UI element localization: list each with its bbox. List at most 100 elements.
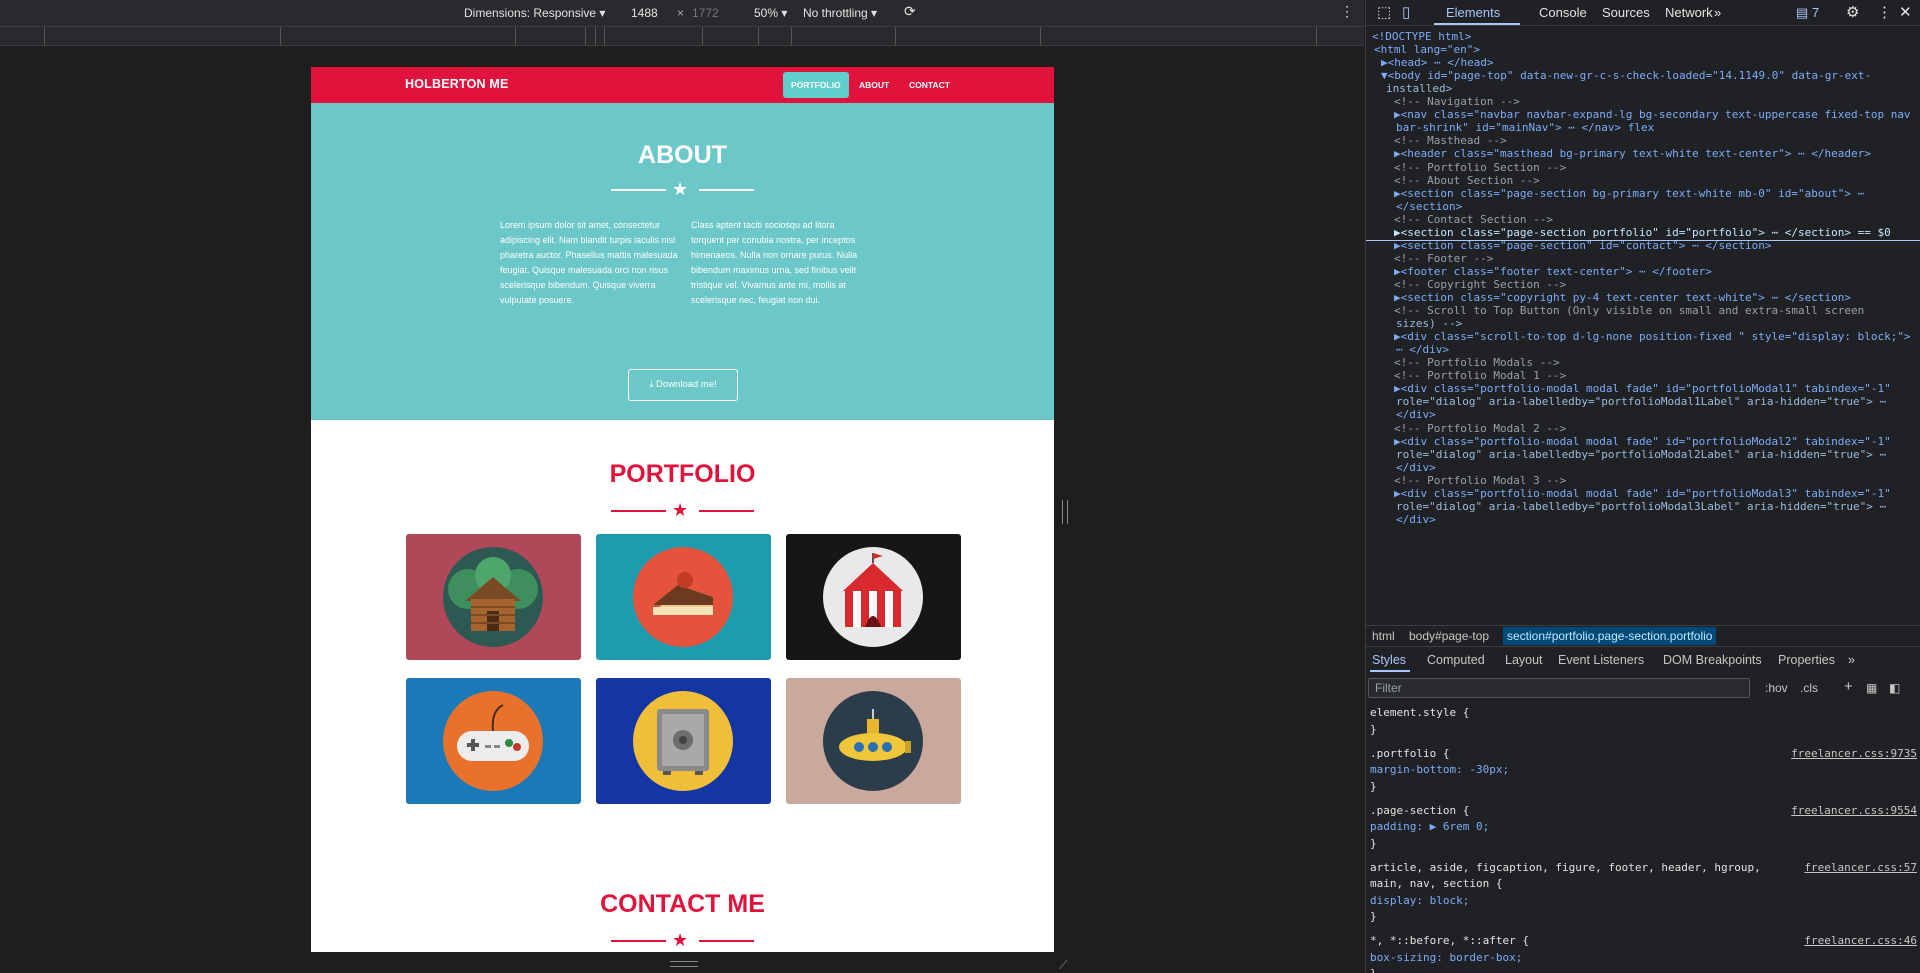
style-rule-line[interactable]: box-sizing: border-box; [1370,950,1522,966]
dom-node-line[interactable]: ▶<section class="page-section bg-primary… [1394,186,1864,202]
style-rule-line[interactable]: .page-section { [1370,803,1469,819]
dom-node-line[interactable]: role="dialog" aria-labelledby="portfolio… [1396,447,1886,463]
new-rule-icon[interactable]: + [1844,678,1853,695]
dom-node-line[interactable]: role="dialog" aria-labelledby="portfolio… [1396,499,1886,515]
dom-node-line[interactable]: <!-- Scroll to Top Button (Only visible … [1394,303,1864,319]
tab-network[interactable]: Network [1665,5,1713,20]
star-icon: ★ [672,500,689,520]
style-rule-line[interactable]: main, nav, section { [1370,876,1502,892]
height-input[interactable]: 1772 [692,6,719,20]
breadcrumb-html[interactable]: html [1372,629,1395,643]
tab-dom-breakpoints[interactable]: DOM Breakpoints [1663,653,1762,667]
device-toggle-icon[interactable]: ▯ [1402,3,1410,21]
height-resize-handle[interactable] [670,961,698,967]
portfolio-item-cake[interactable] [596,534,771,660]
more-tabs-icon[interactable]: » [1714,5,1721,20]
tab-properties[interactable]: Properties [1778,653,1835,667]
style-rule-line[interactable]: .portfolio { [1370,746,1449,762]
game-controller-icon [443,691,543,791]
tab-sources[interactable]: Sources [1602,5,1650,20]
settings-gear-icon[interactable]: ⚙ [1846,3,1859,21]
cabin-icon [443,547,543,647]
rule-source-link[interactable]: freelancer.css:57 [1804,860,1917,876]
corner-resize-icon[interactable]: ⟋ [1059,958,1067,973]
more-options-icon[interactable]: ⋮ [1340,3,1354,20]
issues-badge[interactable]: ▤ 7 [1796,5,1819,21]
style-rule-line[interactable]: article, aside, figcaption, figure, foot… [1370,860,1761,876]
portfolio-item-controller[interactable] [406,678,581,804]
breadcrumb-section-portfolio[interactable]: section#portfolio.page-section.portfolio [1503,627,1717,645]
devtools-window: Dimensions: Responsive ▾ 1488 × 1772 50%… [0,0,1920,973]
dom-node-line[interactable]: ▼<body id="page-top" data-new-gr-c-s-che… [1381,68,1871,84]
width-input[interactable]: 1488 [631,6,658,20]
download-button[interactable]: ⤓ Download me! [628,369,738,401]
nav-contact-link[interactable]: CONTACT [901,72,958,98]
times-icon: × [677,6,685,20]
device-viewport-panel: Dimensions: Responsive ▾ 1488 × 1772 50%… [0,0,1364,973]
tab-console[interactable]: Console [1539,5,1587,20]
about-divider: ★ [611,179,754,199]
styles-filter-input[interactable]: Filter [1368,678,1750,698]
hov-toggle[interactable]: :hov [1765,681,1788,695]
about-text-left: Lorem ipsum dolor sit amet, consectetur … [500,220,678,305]
tab-elements[interactable]: Elements [1446,5,1500,20]
about-title: ABOUT [638,141,727,169]
devtools-tabbar: ⬚ ▯ Elements Console Sources Network » ▤… [1366,0,1920,26]
zoom-dropdown[interactable]: 50% ▾ [754,6,787,20]
rule-source-link[interactable]: freelancer.css:9554 [1791,803,1917,819]
sidebar-toggle-icon[interactable]: ◧ [1889,681,1900,695]
brand-logo[interactable]: HOLBERTON ME [405,77,509,91]
issues-icon: ▤ [1796,5,1812,20]
style-rule-line[interactable]: *, *::before, *::after { [1370,933,1529,949]
portfolio-item-cabin[interactable] [406,534,581,660]
style-rule-line[interactable]: } [1370,779,1377,795]
about-text-right: Class aptent taciti sociosqu ad litora t… [691,220,858,305]
cake-icon [633,547,733,647]
paint-icon[interactable]: ▦ [1866,681,1877,695]
style-rule-line[interactable]: } [1370,836,1377,852]
rule-source-link[interactable]: freelancer.css:9735 [1791,746,1917,762]
style-rule-line[interactable]: margin-bottom: -30px; [1370,762,1509,778]
dimensions-dropdown[interactable]: Dimensions: Responsive ▾ [464,6,605,20]
style-rule-line[interactable]: } [1370,909,1377,925]
close-icon[interactable]: ✕ [1899,3,1912,21]
star-icon: ★ [672,179,689,199]
style-rule-line[interactable]: display: block; [1370,893,1469,909]
width-resize-handle[interactable] [1062,500,1068,524]
more-style-tabs-icon[interactable]: » [1848,653,1855,667]
star-icon: ★ [672,930,689,950]
download-label: Download me! [656,379,717,390]
portfolio-item-safe[interactable] [596,678,771,804]
inspect-element-icon[interactable]: ⬚ [1377,3,1391,21]
contact-divider: ★ [611,930,754,950]
dom-breadcrumb: html body#page-top section#portfolio.pag… [1366,625,1920,647]
media-query-ruler[interactable] [0,26,1364,46]
rotate-icon[interactable]: ⟳ [904,3,916,20]
portfolio-item-circus[interactable] [786,534,961,660]
tab-styles[interactable]: Styles [1372,653,1406,667]
dom-node-line[interactable]: role="dialog" aria-labelledby="portfolio… [1396,394,1886,410]
portfolio-title: PORTFOLIO [609,460,756,488]
styles-rules[interactable]: element.style {} .portfolio { freelancer.c… [1366,701,1920,973]
portfolio-item-submarine[interactable] [786,678,961,804]
tab-layout[interactable]: Layout [1505,653,1543,667]
throttling-dropdown[interactable]: No throttling ▾ [803,6,877,20]
submarine-icon [823,691,923,791]
devtools-panel: ⬚ ▯ Elements Console Sources Network » ▤… [1365,0,1920,973]
style-rule-line[interactable]: } [1370,722,1377,738]
nav-portfolio-link[interactable]: PORTFOLIO [783,72,849,98]
cls-toggle[interactable]: .cls [1800,681,1818,695]
tab-computed[interactable]: Computed [1427,653,1485,667]
nav-about-link[interactable]: ABOUT [851,72,897,98]
dom-tree[interactable]: <!DOCTYPE html> <html lang="en"> ▶<head> ⋯… [1366,27,1920,624]
dom-node-line[interactable]: ▶<div class="scroll-to-top d-lg-none pos… [1394,329,1911,345]
style-rule-line[interactable]: element.style { [1370,705,1469,721]
rule-source-link[interactable]: freelancer.css:46 [1804,933,1917,949]
style-rule-line[interactable]: padding: ▶ 6rem 0; [1370,819,1489,835]
device-toolbar: Dimensions: Responsive ▾ 1488 × 1772 50%… [0,0,1364,26]
kebab-menu-icon[interactable]: ⋮ [1877,3,1892,21]
dom-node-line[interactable]: </div> [1396,512,1436,528]
style-rule-line[interactable]: } [1370,966,1377,973]
tab-event-listeners[interactable]: Event Listeners [1558,653,1644,667]
breadcrumb-body[interactable]: body#page-top [1409,629,1489,643]
